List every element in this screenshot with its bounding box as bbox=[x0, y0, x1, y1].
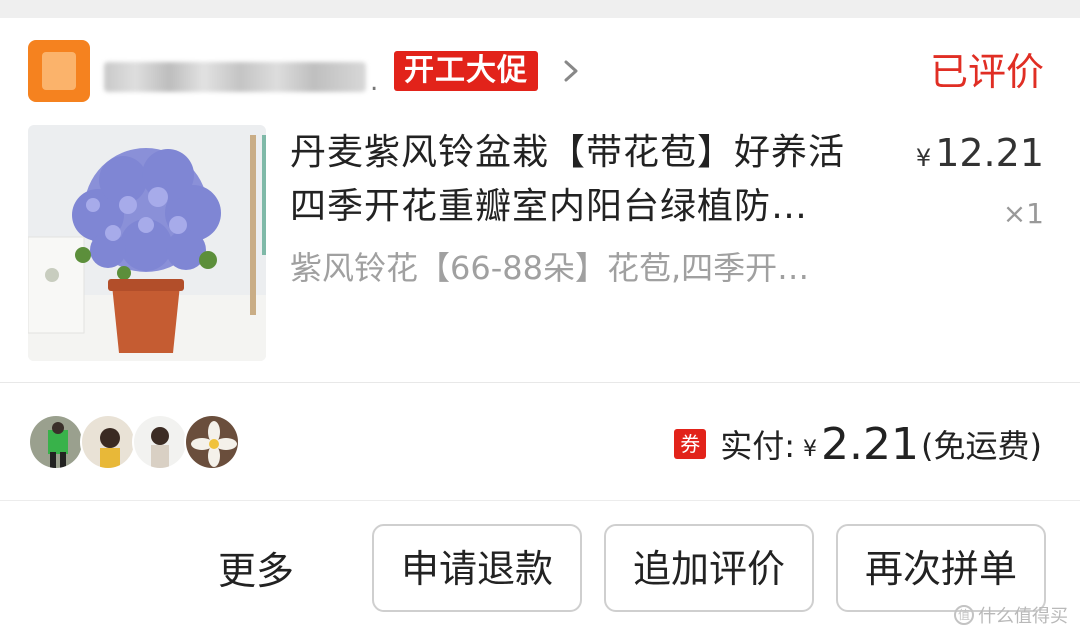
product-image[interactable] bbox=[28, 125, 266, 361]
refund-button[interactable]: 申请退款 bbox=[372, 524, 582, 612]
payment-currency: ¥ bbox=[803, 437, 818, 462]
reorder-button[interactable]: 再次拼单 bbox=[836, 524, 1046, 612]
promo-tag: 开工大促 bbox=[394, 51, 538, 91]
payment-label: 实付: bbox=[720, 427, 796, 465]
product-title-line-1: 丹麦紫风铃盆栽【带花苞】好养活 bbox=[290, 132, 846, 173]
product-title-line-2: 四季开花重瓣室内阳台绿植防… bbox=[290, 186, 809, 227]
avatar bbox=[132, 414, 188, 470]
review-status: 已评价 bbox=[929, 50, 1044, 94]
divider bbox=[0, 500, 1080, 501]
shop-logo-icon[interactable] bbox=[28, 40, 90, 102]
avatar bbox=[28, 414, 84, 470]
shipping-note: (免运费) bbox=[921, 427, 1042, 465]
shop-name[interactable]: . bbox=[104, 54, 384, 97]
payment-amount: 2.21 bbox=[821, 418, 920, 470]
product-quantity: ×1 bbox=[1002, 197, 1044, 230]
watermark: 值 什么值得买 bbox=[954, 602, 1068, 628]
more-button[interactable]: 更多 bbox=[218, 546, 294, 596]
product-title[interactable]: 丹麦紫风铃盆栽【带花苞】好养活 四季开花重瓣室内阳台绿植防… bbox=[290, 126, 890, 234]
price-value: 12.21 bbox=[935, 131, 1044, 175]
divider bbox=[0, 382, 1080, 383]
order-card: . 开工大促 已评价 丹麦紫风铃盆栽【带花苞】好养活 四季开花重瓣室内阳台绿植防… bbox=[0, 18, 1080, 634]
product-spec: 紫风铃花【66-88朵】花苞,四季开… bbox=[290, 249, 810, 287]
coupon-badge: 券 bbox=[674, 429, 707, 459]
add-review-button[interactable]: 追加评价 bbox=[604, 524, 814, 612]
product-price: ¥12.21 bbox=[916, 128, 1044, 183]
watermark-text: 什么值得买 bbox=[978, 606, 1068, 627]
shop-name-dot: . bbox=[370, 67, 379, 97]
shop-name-blurred bbox=[104, 62, 366, 92]
actual-payment: 券 实付: ¥ 2.21 (免运费) bbox=[674, 416, 1042, 472]
price-currency: ¥ bbox=[915, 144, 932, 172]
avatar bbox=[80, 414, 136, 470]
chevron-right-icon[interactable] bbox=[556, 56, 586, 86]
avatar bbox=[184, 414, 240, 470]
flower-pot-image bbox=[28, 125, 266, 361]
watermark-logo-icon: 值 bbox=[954, 605, 974, 625]
